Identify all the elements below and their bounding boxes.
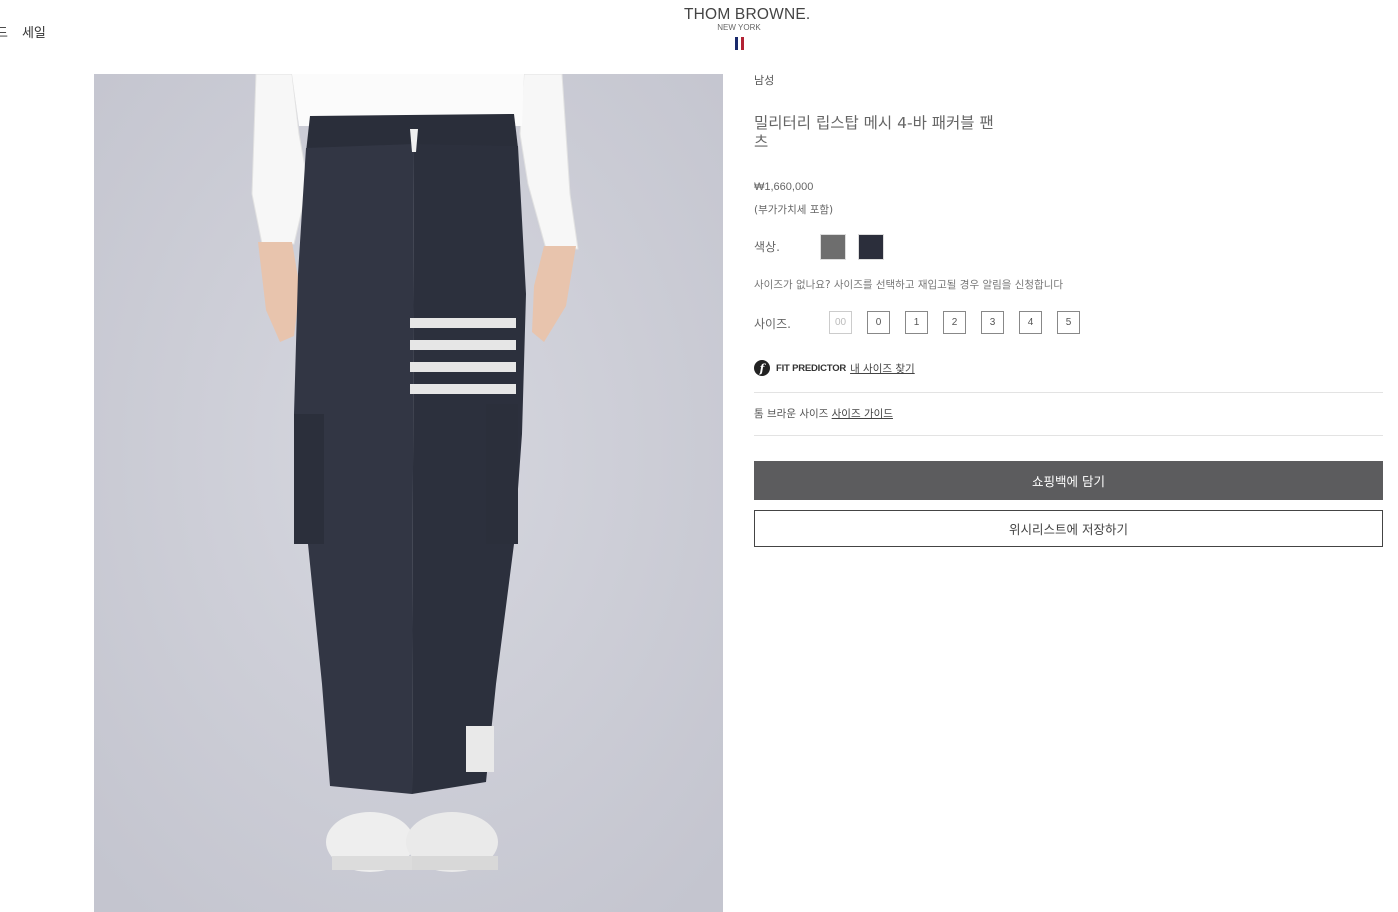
flag-stripe-red [740,37,744,50]
size-guide-link[interactable]: 사이즈 가이드 [832,408,893,420]
tricolor-flag-icon [684,37,794,50]
product-illustration [94,74,723,912]
size-option-0[interactable]: 0 [867,311,890,334]
find-my-size-link[interactable]: 내 사이즈 찾기 [850,361,915,376]
vat-note: (부가가치세 포함) [754,204,834,216]
logo-brand-text: THOM BROWNE. [684,6,811,23]
nav-item-sale[interactable]: 세일 [22,26,46,41]
size-option-4[interactable]: 4 [1019,311,1042,334]
product-category[interactable]: 남성 [754,72,774,88]
top-nav: 드 세일 [0,22,60,41]
add-to-bag-button[interactable]: 쇼핑백에 담기 [754,461,1383,500]
color-swatch-grey[interactable] [820,234,846,260]
divider [754,392,1383,393]
save-to-wishlist-button[interactable]: 위시리스트에 저장하기 [754,510,1383,547]
color-label: 색상. [754,240,780,254]
product-price: ₩1,660,000 [754,181,814,193]
size-option-1[interactable]: 1 [905,311,928,334]
size-guide-prefix: 톰 브라운 사이즈 [754,408,829,420]
size-notify-notice: 사이즈가 없나요? 사이즈를 선택하고 재입고될 경우 알림을 신청합니다 [754,279,1064,291]
nav-item-partial[interactable]: 드 [0,26,8,41]
color-swatch-navy[interactable] [858,234,884,260]
brand-logo[interactable]: THOM BROWNE. NEW YORK [684,6,811,50]
divider [754,435,1383,436]
fit-predictor-label: FIT PREDICTOR [776,362,847,374]
size-option-00[interactable]: 00 [829,311,852,334]
size-option-3[interactable]: 3 [981,311,1004,334]
fit-predictor: f FIT PREDICTOR 내 사이즈 찾기 [754,360,915,376]
logo-city-text: NEW YORK [717,23,761,32]
size-guide-row: 톰 브라운 사이즈 사이즈 가이드 [754,406,893,421]
product-image [94,74,723,912]
size-option-2[interactable]: 2 [943,311,966,334]
size-label: 사이즈. [754,317,791,331]
product-title: 밀리터리 립스탑 메시 4-바 패커블 팬츠 [754,114,994,151]
size-option-5[interactable]: 5 [1057,311,1080,334]
fit-predictor-icon: f [754,360,770,376]
